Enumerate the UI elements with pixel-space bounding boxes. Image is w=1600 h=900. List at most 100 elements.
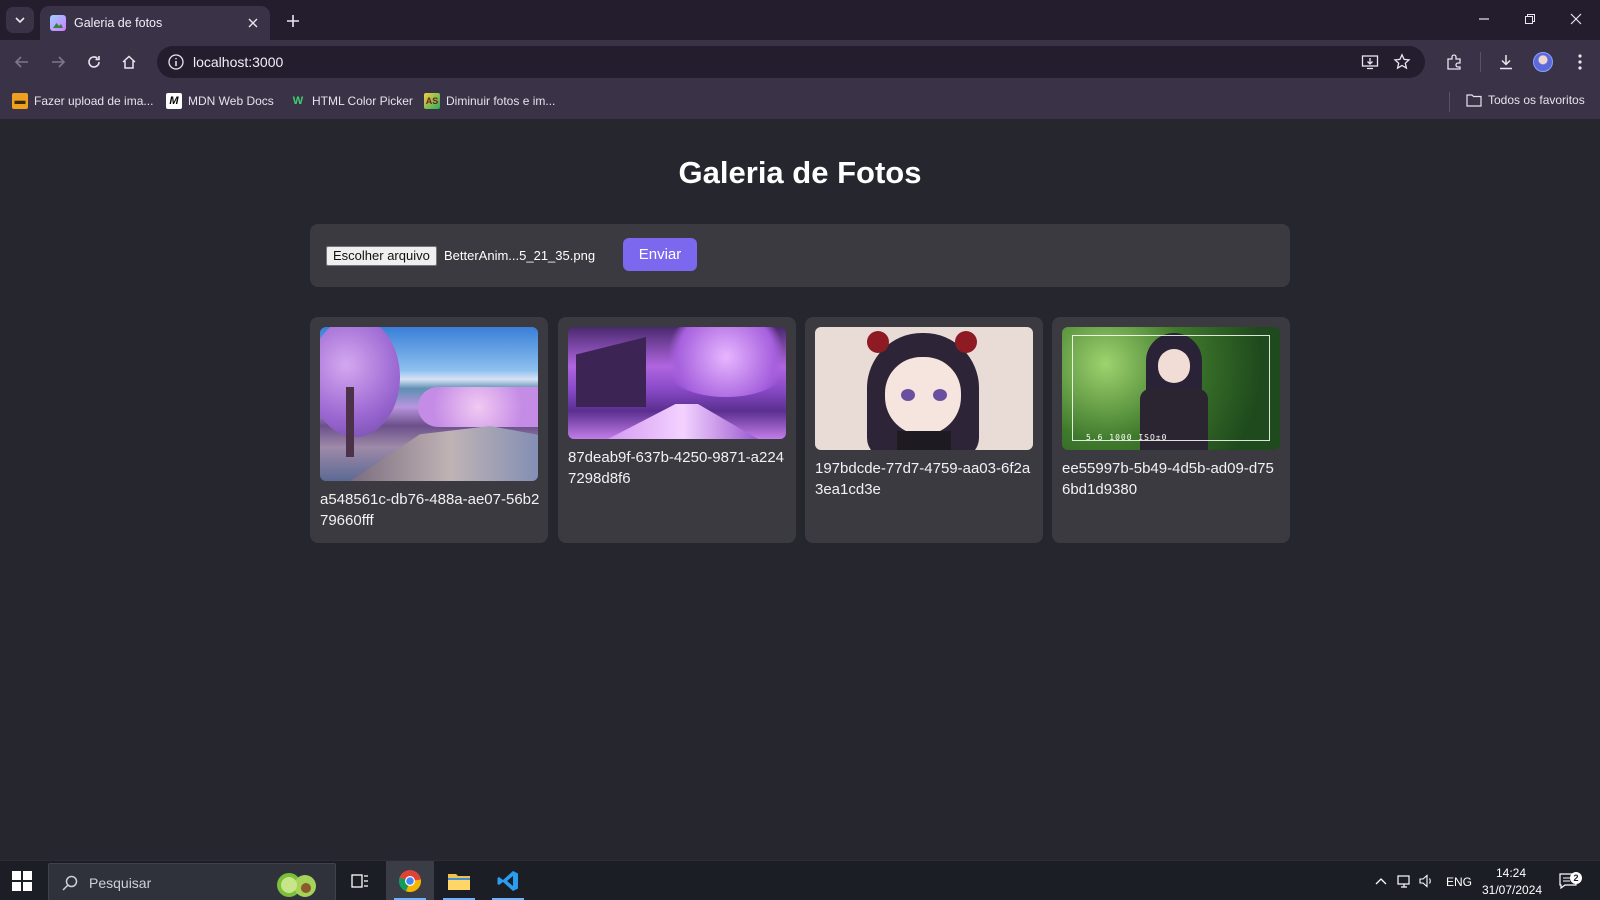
windows-logo-icon [12, 882, 21, 891]
search-icon [62, 875, 78, 891]
back-button[interactable] [9, 49, 35, 75]
menu-button[interactable] [1569, 51, 1591, 73]
all-bookmarks-button[interactable]: Todos os favoritos [1466, 93, 1585, 107]
photo-thumbnail[interactable]: 5.6 1000 ISO±0 [1062, 327, 1280, 450]
bookmarks-bar: ▬ Fazer upload de ima... M MDN Web Docs … [0, 84, 1600, 120]
task-view-icon [351, 874, 368, 888]
notification-count-badge: 2 [1570, 872, 1582, 884]
taskbar-file-explorer[interactable] [435, 861, 483, 900]
reload-icon [88, 56, 100, 68]
plus-icon [287, 15, 299, 27]
clock-date[interactable]: 31/07/2024 [1482, 883, 1542, 897]
photo-thumbnail[interactable] [815, 327, 1033, 450]
profile-avatar[interactable] [1533, 52, 1553, 72]
tab-title: Galeria de fotos [74, 16, 163, 30]
photo-card[interactable]: 87deab9f-637b-4250-9871-a2247298d8f6 [558, 317, 796, 543]
puzzle-icon [1447, 54, 1461, 70]
install-app-icon[interactable] [1361, 53, 1379, 71]
bookmark-item[interactable]: ▬ Fazer upload de ima... [12, 93, 153, 109]
language-indicator[interactable]: ENG [1446, 875, 1472, 889]
close-window-button[interactable] [1558, 6, 1594, 32]
network-icon [1397, 875, 1410, 888]
tab-search-button[interactable] [6, 7, 34, 33]
selected-file-name: BetterAnim...5_21_35.png [444, 248, 596, 263]
search-placeholder: Pesquisar [89, 875, 152, 891]
taskbar-chrome[interactable] [386, 861, 434, 900]
upload-form: Escolher arquivo BetterAnim...5_21_35.pn… [310, 224, 1290, 287]
w3schools-icon: W [292, 95, 304, 107]
bookmark-label: MDN Web Docs [188, 94, 274, 108]
photo-card[interactable]: a548561c-db76-488a-ae07-56b279660fff [310, 317, 548, 543]
decor [656, 327, 786, 397]
photo-name: a548561c-db76-488a-ae07-56b279660fff [320, 491, 540, 529]
new-tab-button[interactable] [282, 10, 304, 32]
vscode-icon [497, 871, 518, 891]
page-title: Galeria de Fotos [678, 155, 922, 190]
bookmark-label: HTML Color Picker [312, 94, 413, 108]
decor [346, 387, 354, 457]
home-icon [122, 55, 136, 69]
all-bookmarks-label: Todos os favoritos [1488, 93, 1585, 107]
minimize-button[interactable] [1466, 6, 1502, 32]
browser-toolbar: localhost:3000 [0, 40, 1600, 84]
task-view-button[interactable] [336, 861, 384, 900]
decor [933, 389, 947, 401]
decor [955, 331, 977, 353]
photo-thumbnail[interactable] [568, 327, 786, 439]
decor [576, 337, 646, 407]
address-bar[interactable]: localhost:3000 [157, 46, 1425, 78]
photo-card[interactable]: 5.6 1000 ISO±0 ee55997b-5b49-4d5b-ad09-d… [1052, 317, 1290, 543]
photo-thumbnail[interactable] [320, 327, 538, 481]
site-info-icon[interactable] [167, 53, 185, 71]
start-button[interactable] [12, 871, 32, 891]
minimize-icon [1479, 18, 1489, 20]
chevron-down-icon [15, 17, 25, 24]
bookmark-item[interactable]: W HTML Color Picker [290, 93, 413, 109]
choose-file-button[interactable]: Escolher arquivo [326, 246, 437, 266]
bookmarks-separator [1449, 92, 1450, 112]
show-hidden-icons-button[interactable] [1372, 872, 1390, 890]
bookmark-label: Fazer upload de ima... [34, 94, 154, 108]
volume-button[interactable] [1418, 872, 1436, 890]
browser-tab[interactable]: Galeria de fotos [40, 6, 270, 40]
restore-button[interactable] [1512, 6, 1548, 32]
arrow-right-icon [52, 56, 66, 68]
folder-icon [1466, 94, 1482, 107]
bookmark-item[interactable]: AS Diminuir fotos e im... [424, 93, 555, 109]
download-icon [1500, 55, 1512, 70]
taskbar-search-box[interactable]: Pesquisar [48, 863, 336, 900]
star-icon[interactable] [1393, 53, 1411, 71]
clock-time[interactable]: 14:24 [1496, 866, 1526, 880]
submit-button[interactable]: Enviar [623, 238, 697, 271]
close-icon [1570, 13, 1582, 25]
chrome-icon [398, 870, 422, 893]
decor [320, 327, 400, 437]
bookmark-label: Diminuir fotos e im... [446, 94, 556, 108]
resize-icon: AS [424, 93, 440, 109]
windows-logo-icon [23, 882, 32, 891]
decor [885, 357, 961, 435]
windows-logo-icon [23, 871, 32, 880]
downloads-button[interactable] [1495, 51, 1517, 73]
photo-card[interactable]: 197bdcde-77d7-4759-aa03-6f2a3ea1cd3e [805, 317, 1043, 543]
decor [608, 404, 758, 439]
network-button[interactable] [1396, 872, 1414, 890]
decor [901, 389, 915, 401]
home-button[interactable] [116, 49, 142, 75]
forward-button[interactable] [45, 49, 71, 75]
photo-name: 197bdcde-77d7-4759-aa03-6f2a3ea1cd3e [815, 460, 1031, 498]
decor [897, 431, 951, 450]
tab-favicon-icon [50, 15, 66, 31]
extensions-button[interactable] [1443, 51, 1465, 73]
windows-logo-icon [12, 871, 21, 880]
folder-icon [448, 874, 470, 890]
reload-button[interactable] [81, 49, 107, 75]
more-vert-icon [1578, 54, 1582, 70]
photo-name: ee55997b-5b49-4d5b-ad09-d756bd1d9380 [1062, 460, 1274, 498]
tab-close-button[interactable] [244, 14, 262, 32]
taskbar-vscode[interactable] [484, 861, 532, 900]
bookmark-item[interactable]: M MDN Web Docs [166, 93, 274, 109]
page-content: Galeria de Fotos Escolher arquivo Better… [0, 121, 1600, 860]
close-icon [248, 18, 258, 28]
speaker-icon [1419, 874, 1431, 888]
